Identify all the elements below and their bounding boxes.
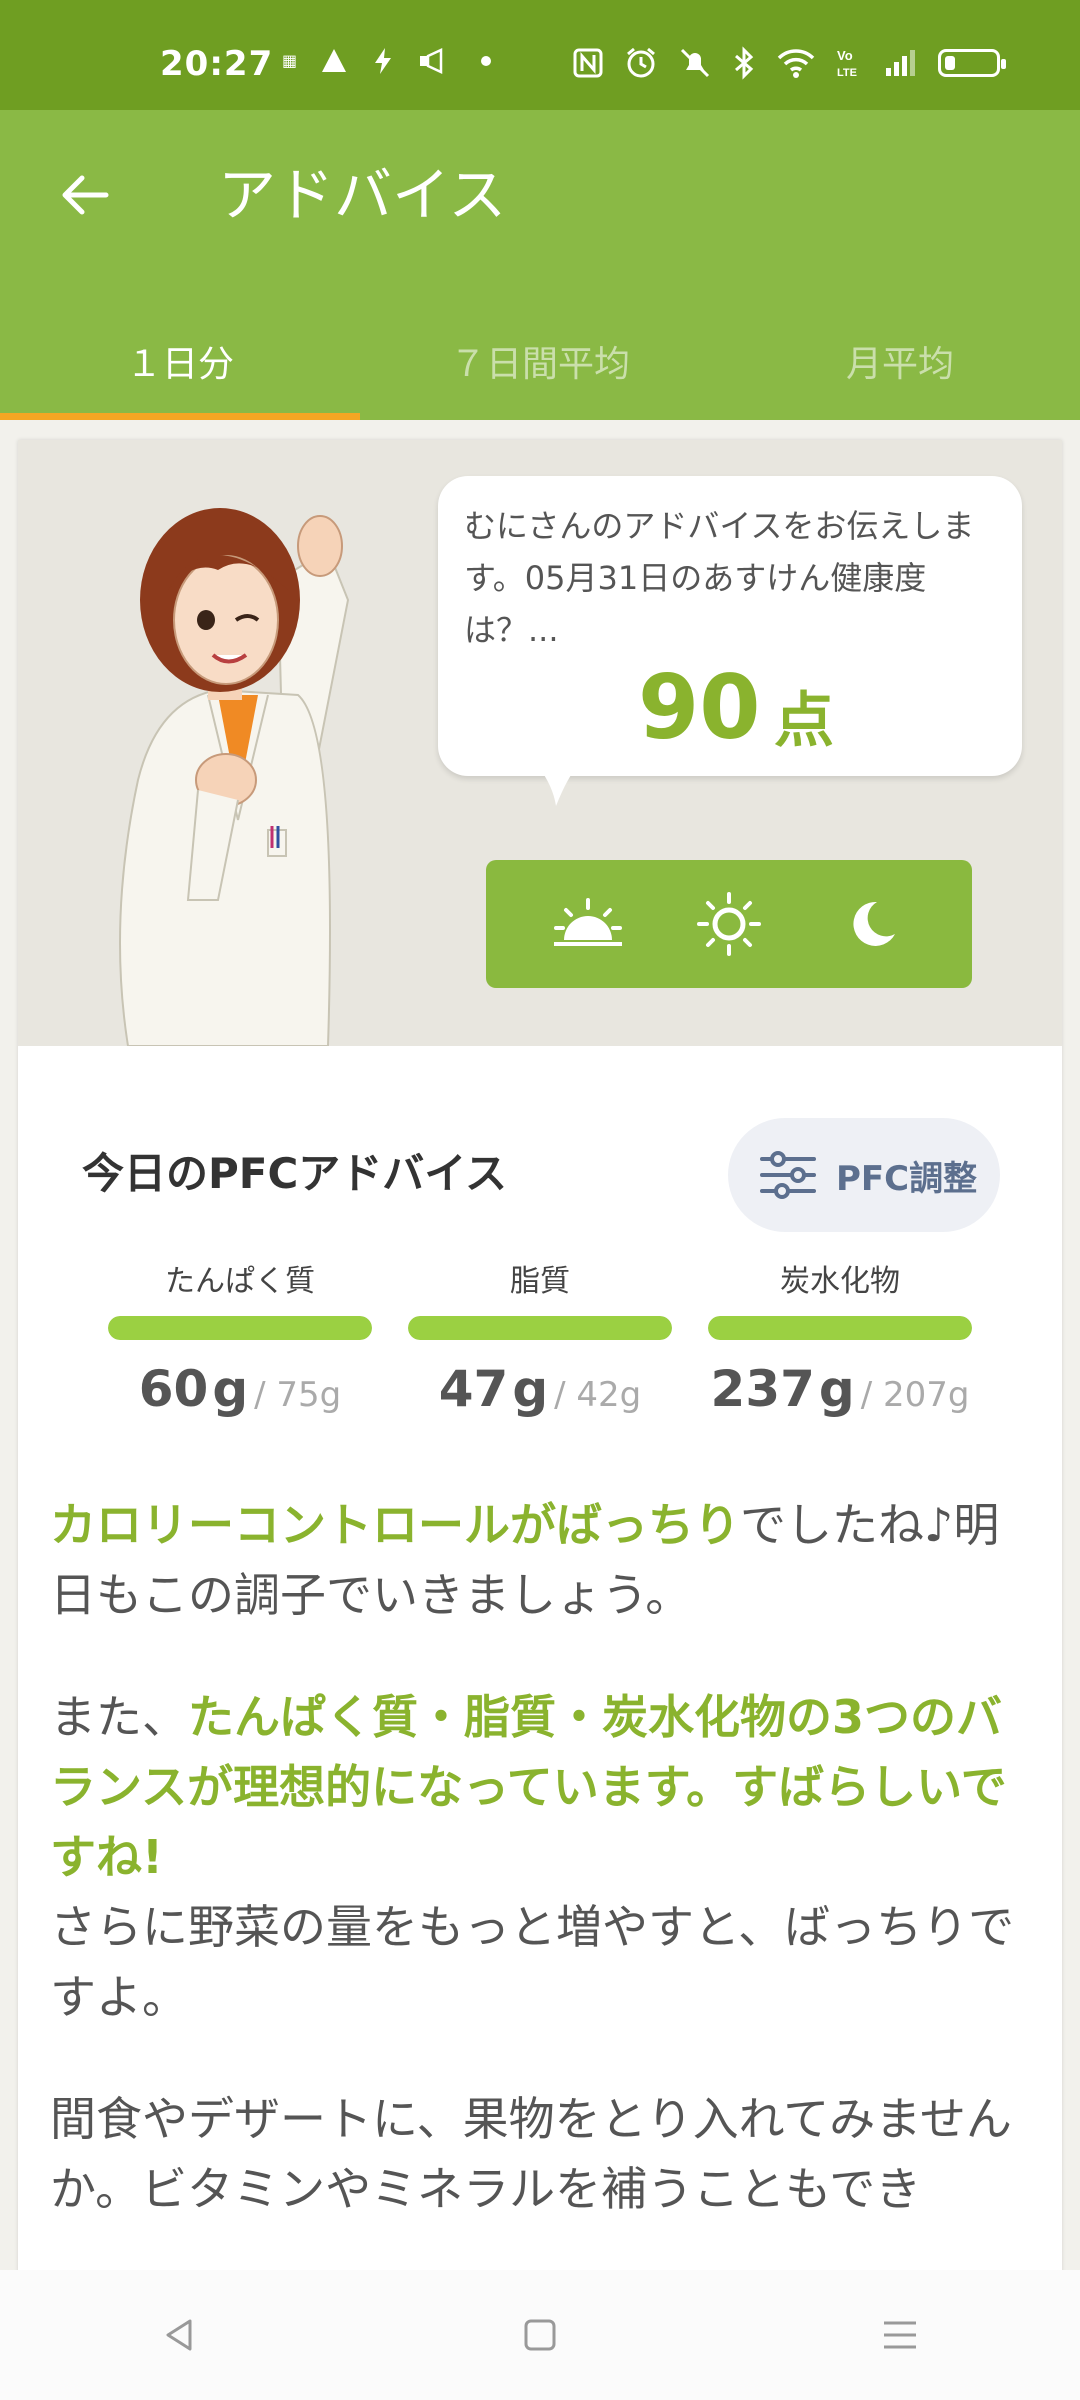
nutrient-amount: 47g/ 42g xyxy=(408,1360,672,1418)
period-tabs: １日分 ７日間平均 月平均 xyxy=(0,310,1080,420)
svg-text:LTE: LTE xyxy=(837,67,857,79)
sliders-icon xyxy=(760,1151,816,1199)
bubble-tail xyxy=(538,766,578,806)
dot-icon xyxy=(481,56,492,66)
nutrient-unit: g xyxy=(512,1360,549,1418)
app-bar: アドバイス １日分 ７日間平均 月平均 xyxy=(0,110,1080,420)
nutrient-name: たんぱく質 xyxy=(165,1264,315,1299)
sun-icon xyxy=(697,892,761,956)
advice-speech-bubble: むにさんのアドバイスをお伝えします。05月31日のあすけん健康度は？... 90… xyxy=(438,476,1022,806)
tab-weekly-average[interactable]: ７日間平均 xyxy=(360,310,720,420)
meal-time-selector xyxy=(486,860,972,988)
nutrient-unit: g xyxy=(818,1360,855,1418)
tab-indicator xyxy=(0,413,360,420)
nutrient-carbohydrate: 炭水化物 237g/ 207g xyxy=(708,1256,972,1418)
menu-lines-icon xyxy=(884,2321,916,2349)
status-left-icons: ▦ xyxy=(282,46,501,76)
page-title: アドバイス xyxy=(218,161,507,229)
wifi-icon xyxy=(777,49,815,78)
battery-level xyxy=(945,56,955,70)
advice-paragraph: また、たんぱく質・脂質・炭水化物の3つのバランスが理想的になっています。すばらし… xyxy=(50,1682,1040,2032)
advice-card: むにさんのアドバイスをお伝えします。05月31日のあすけん健康度は？... 90… xyxy=(18,440,1062,2280)
nutrient-target: / 207g xyxy=(860,1375,970,1415)
alarm-icon xyxy=(627,47,655,78)
volte-icon: Vo LTE xyxy=(837,48,857,79)
status-time: 20:27 xyxy=(160,44,274,84)
nutrient-value: 237 xyxy=(710,1360,815,1418)
pfc-adjust-button[interactable]: PFC調整 xyxy=(728,1118,1000,1232)
nutrient-value: 60 xyxy=(138,1360,209,1418)
advice-paragraph: カロリーコントロールがばっちりでしたね♪明日もこの調子でいきましょう。 xyxy=(50,1490,1040,1630)
moon-icon xyxy=(852,901,895,946)
nfc-icon xyxy=(573,48,603,78)
svg-text:Vo: Vo xyxy=(837,48,853,63)
nutrient-target: / 42g xyxy=(554,1375,642,1415)
health-score-value: 90 xyxy=(638,656,761,759)
system-menu-button[interactable] xyxy=(860,2295,940,2375)
pfc-nutrient-list: たんぱく質 60g/ 75g 脂質 47g/ 42g 炭水化物 237g/ 20… xyxy=(108,1256,988,1418)
nutrient-unit: g xyxy=(212,1360,249,1418)
nutrient-progress-fill xyxy=(708,1316,972,1340)
advice-paragraph: 間食やデザートに、果物をとり入れてみませんか。ビタミンやミネラルを補うこともでき xyxy=(50,2084,1040,2224)
app-icon xyxy=(322,49,347,72)
nutrient-progress-bar xyxy=(708,1316,972,1340)
nutrient-progress-fill xyxy=(408,1316,672,1340)
advice-intro-text: むにさんのアドバイスをお伝えします。05月31日のあすけん健康度は？... xyxy=(464,507,975,649)
battery-icon xyxy=(938,49,1006,77)
tab-daily[interactable]: １日分 xyxy=(0,310,360,420)
nutrient-name: 脂質 xyxy=(510,1264,570,1299)
arrow-left-icon xyxy=(62,175,109,215)
status-bar: 20:27 ▦ Vo LTE xyxy=(0,0,1080,110)
advice-hero: むにさんのアドバイスをお伝えします。05月31日のあすけん健康度は？... 90… xyxy=(18,440,1062,1046)
advice-text: さらに野菜の量をもっと増やすと、ばっちりですよ。 xyxy=(50,1900,1015,2024)
advice-text: 間食やデザートに、果物をとり入れてみませんか。ビタミンやミネラルを補うこともでき xyxy=(50,2092,1012,2216)
temu-icon: ▦ xyxy=(282,51,298,70)
nutrient-fat: 脂質 47g/ 42g xyxy=(408,1256,672,1418)
advice-highlight: カロリーコントロールがばっちり xyxy=(50,1498,740,1552)
nutrient-name: 炭水化物 xyxy=(780,1264,900,1299)
advice-text: また、 xyxy=(50,1690,188,1744)
advisor-illustration xyxy=(119,508,350,1046)
nutrient-progress-bar xyxy=(108,1316,372,1340)
pfc-adjust-label: PFC調整 xyxy=(836,1158,978,1199)
home-square-icon xyxy=(524,2319,556,2351)
system-nav-bar xyxy=(0,2270,1080,2400)
nutrient-progress-bar xyxy=(408,1316,672,1340)
nutrient-value: 47 xyxy=(438,1360,509,1418)
advice-body: カロリーコントロールがばっちりでしたね♪明日もこの調子でいきましょう。 また、た… xyxy=(50,1490,1040,2276)
system-home-button[interactable] xyxy=(500,2295,580,2375)
back-button[interactable] xyxy=(50,160,120,230)
advice-highlight: たんぱく質・脂質・炭水化物の3つのバランスが理想的になっています。すばらしいです… xyxy=(50,1690,1007,1884)
breakfast-button[interactable] xyxy=(548,884,628,964)
nutrient-progress-fill xyxy=(108,1316,372,1340)
tab-monthly-average[interactable]: 月平均 xyxy=(720,310,1080,420)
dinner-button[interactable] xyxy=(831,884,911,964)
bolt-icon xyxy=(375,48,392,74)
bluetooth-icon xyxy=(735,46,754,80)
mute-icon xyxy=(680,48,710,78)
nutrient-amount: 237g/ 207g xyxy=(708,1360,972,1418)
megaphone-icon xyxy=(420,48,443,74)
system-back-button[interactable] xyxy=(140,2295,220,2375)
status-right-icons: Vo LTE xyxy=(572,46,1006,80)
nutrient-amount: 60g/ 75g xyxy=(108,1360,372,1418)
nutrient-protein: たんぱく質 60g/ 75g xyxy=(108,1256,372,1418)
back-triangle-icon xyxy=(166,2319,192,2351)
signal-icon xyxy=(886,50,915,76)
lunch-button[interactable] xyxy=(689,884,769,964)
nutrient-target: / 75g xyxy=(254,1375,342,1415)
health-score-unit: 点 xyxy=(774,686,834,756)
pfc-advice-title: 今日のPFCアドバイス xyxy=(82,1149,508,1198)
sunrise-icon xyxy=(553,898,622,946)
